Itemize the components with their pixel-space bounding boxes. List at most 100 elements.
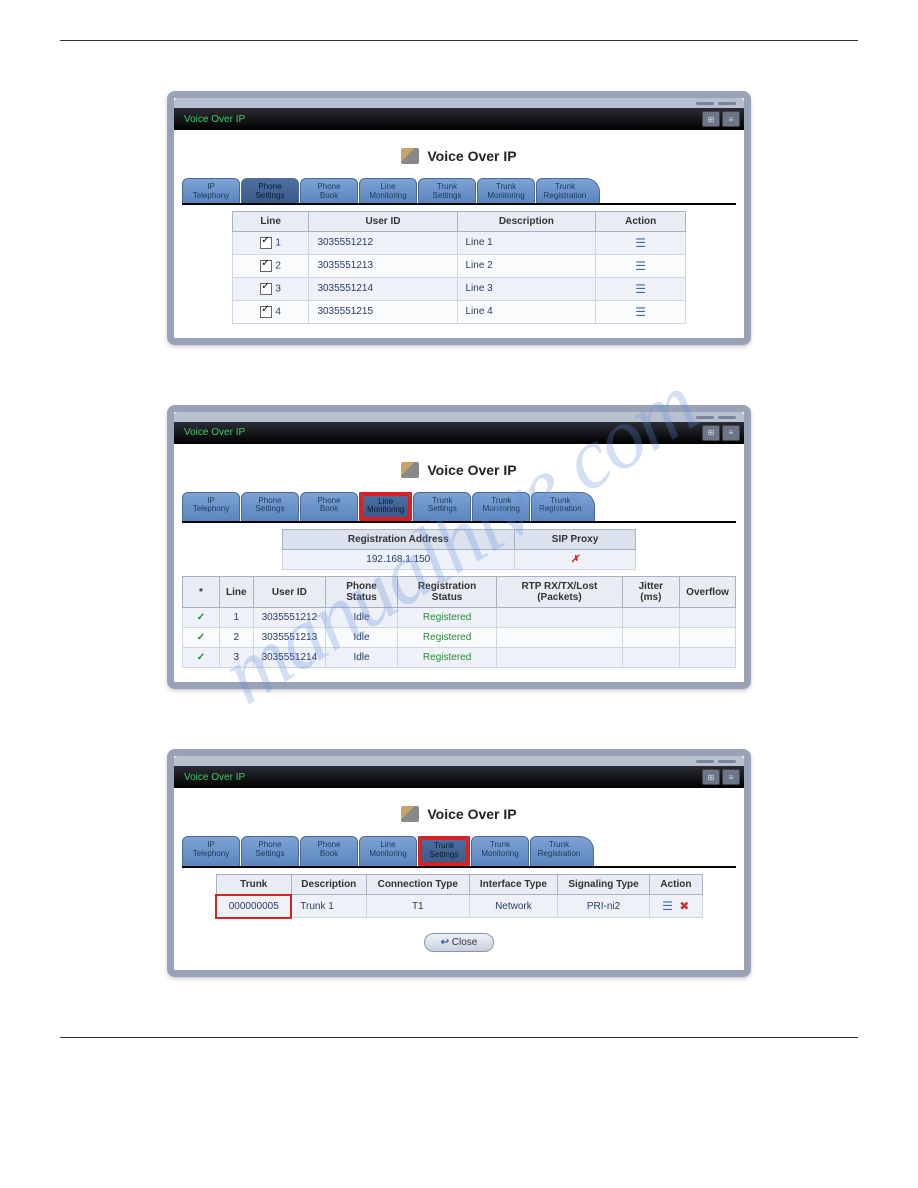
monitoring-table: * Line User ID Phone Status Registration… [182,576,736,668]
line-number: 2 [275,260,281,271]
status-check-icon: ✓ [197,612,205,623]
tab-phone-settings[interactable]: PhoneSettings [241,492,299,522]
tab-trunk-registration[interactable]: TrunkRegistration [531,492,595,522]
phone-icon [401,462,419,478]
window-title: Voice Over IP [184,114,245,125]
tab-phone-book[interactable]: PhoneBook [300,492,358,522]
tab-ip-telephony[interactable]: IPTelephony [182,836,240,866]
sip-proxy-value: ✗ [571,554,579,565]
tab-trunk-registration[interactable]: TrunkRegistration [530,836,594,866]
status-check-icon: ✓ [197,652,205,663]
delete-icon[interactable]: ✖ [677,899,691,911]
sip-proxy-label: SIP Proxy [514,530,635,550]
window-grid-icon[interactable]: ⊞ [702,111,720,127]
window-menu-icon[interactable]: ≡ [722,111,740,127]
tab-trunk-monitoring[interactable]: TrunkMonitoring [471,836,529,866]
col-user-id: User ID [309,211,457,231]
edit-icon[interactable]: ☰ [634,305,648,317]
col-reg-status: Registration Status [397,577,496,608]
lines-table: Line User ID Description Action 1 303555… [232,211,686,324]
window-title: Voice Over IP [184,772,245,783]
cell-phone-status: Idle [326,628,398,648]
panel-handle [174,98,744,108]
tab-line-monitoring[interactable]: LineMonitoring [359,492,412,522]
window-titlebar: Voice Over IP ⊞ ≡ [174,108,744,130]
cell-user-id: 3035551212 [253,608,326,628]
panel-handle [174,412,744,422]
tab-ip-telephony[interactable]: IPTelephony [182,492,240,522]
line-checkbox[interactable] [260,306,272,318]
table-row: ✓ 3 3035551214 Idle Registered [183,648,736,668]
edit-icon[interactable]: ☰ [634,259,648,271]
col-connection-type: Connection Type [366,874,469,895]
cell-user-id: 3035551213 [253,628,326,648]
panel-line-monitoring: Voice Over IP ⊞ ≡ Voice Over IP IPTeleph… [167,405,751,690]
phone-icon [401,148,419,164]
edit-icon[interactable]: ☰ [634,236,648,248]
window-grid-icon[interactable]: ⊞ [702,425,720,441]
tab-line-monitoring[interactable]: LineMonitoring [359,836,417,866]
col-trunk: Trunk [216,874,291,895]
tab-trunk-settings[interactable]: TrunkSettings [413,492,471,522]
col-action: Action [596,211,686,231]
tab-trunk-monitoring[interactable]: TrunkMonitoring [472,492,530,522]
table-row: 2 3035551213 Line 2 ☰ [232,254,685,277]
cell-line: 2 [220,628,254,648]
tab-line-monitoring[interactable]: LineMonitoring [359,178,417,203]
heading-text: Voice Over IP [427,806,516,822]
heading-text: Voice Over IP [427,462,516,478]
cell-trunk[interactable]: 000000005 [216,895,291,918]
window-title: Voice Over IP [184,427,245,438]
col-line: Line [220,577,254,608]
tab-ip-telephony[interactable]: IPTelephony [182,178,240,203]
col-jitter: Jitter (ms) [622,577,680,608]
cell-description: Trunk 1 [291,895,366,918]
page-rule-top [60,40,858,41]
cell-signaling-type: PRI-ni2 [558,895,650,918]
panel-phone-settings: Voice Over IP ⊞ ≡ Voice Over IP IPTeleph… [167,91,751,345]
registration-summary-table: Registration Address SIP Proxy 192.168.1… [282,529,637,570]
line-checkbox[interactable] [260,237,272,249]
edit-icon[interactable]: ☰ [634,282,648,294]
tab-phone-book[interactable]: PhoneBook [300,836,358,866]
cell-user-id: 3035551212 [309,231,457,254]
line-checkbox[interactable] [260,283,272,295]
tab-bar: IPTelephony PhoneSettings PhoneBook Line… [182,836,736,868]
table-row: 3 3035551214 Line 3 ☰ [232,277,685,300]
line-checkbox[interactable] [260,260,272,272]
cell-connection-type: T1 [366,895,469,918]
tab-trunk-settings[interactable]: TrunkSettings [418,836,470,866]
cell-description: Line 3 [457,277,596,300]
close-button[interactable]: Close [424,933,495,952]
page-heading: Voice Over IP [182,148,736,164]
window-menu-icon[interactable]: ≡ [722,769,740,785]
line-number: 3 [275,283,281,294]
reg-addr-value: 192.168.1.150 [282,550,514,570]
tab-phone-book[interactable]: PhoneBook [300,178,358,203]
cell-user-id: 3035551214 [309,277,457,300]
window-menu-icon[interactable]: ≡ [722,425,740,441]
cell-user-id: 3035551213 [309,254,457,277]
cell-user-id: 3035551214 [253,648,326,668]
table-row: ✓ 1 3035551212 Idle Registered [183,608,736,628]
edit-icon[interactable]: ☰ [660,899,674,911]
cell-description: Line 2 [457,254,596,277]
tab-trunk-monitoring[interactable]: TrunkMonitoring [477,178,535,203]
col-signaling-type: Signaling Type [558,874,650,895]
col-status: * [183,577,220,608]
phone-icon [401,806,419,822]
tab-bar: IPTelephony PhoneSettings PhoneBook Line… [182,178,736,205]
table-row: 1 3035551212 Line 1 ☰ [232,231,685,254]
tab-phone-settings[interactable]: PhoneSettings [241,178,299,203]
tab-trunk-registration[interactable]: TrunkRegistration [536,178,600,203]
panel-trunk-settings: Voice Over IP ⊞ ≡ Voice Over IP IPTeleph… [167,749,751,977]
tab-trunk-settings[interactable]: TrunkSettings [418,178,476,203]
window-grid-icon[interactable]: ⊞ [702,769,720,785]
page-heading: Voice Over IP [182,462,736,478]
cell-phone-status: Idle [326,648,398,668]
line-number: 1 [275,237,281,248]
col-overflow: Overflow [680,577,736,608]
tab-phone-settings[interactable]: PhoneSettings [241,836,299,866]
cell-line: 3 [220,648,254,668]
cell-reg-status: Registered [423,612,471,623]
